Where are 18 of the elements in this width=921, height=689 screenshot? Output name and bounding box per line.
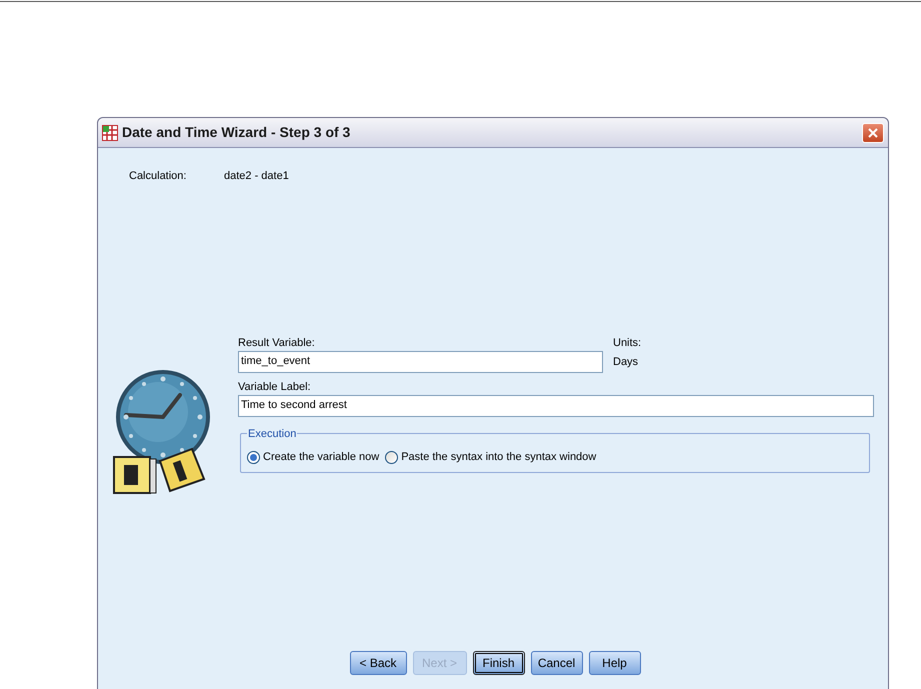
spreadsheet-icon bbox=[102, 124, 118, 140]
calculation-label: Calculation: bbox=[129, 169, 188, 184]
wizard-button[interactable]: Finish bbox=[472, 651, 524, 675]
units-value: Days bbox=[613, 354, 640, 370]
units-label: Units: bbox=[613, 336, 642, 350]
result-variable-label: Result Variable: bbox=[238, 336, 316, 350]
radio-option[interactable]: Create the variable now bbox=[247, 449, 380, 466]
wizard-button[interactable]: < Back bbox=[350, 651, 406, 675]
window-title: Date and Time Wizard - Step 3 of 3 bbox=[122, 123, 352, 142]
wizard-button[interactable]: Help bbox=[588, 651, 640, 675]
close-button[interactable] bbox=[862, 122, 884, 142]
variable-label-field[interactable]: Time to second arrest bbox=[238, 394, 874, 416]
close-icon bbox=[868, 128, 878, 138]
wizard-button[interactable]: Cancel bbox=[530, 651, 582, 675]
calculation-value: date2 - date1 bbox=[224, 169, 289, 184]
radio-option[interactable]: Paste the syntax into the syntax window bbox=[385, 449, 596, 466]
variable-label-label: Variable Label: bbox=[238, 380, 312, 394]
result-variable-field[interactable]: time_to_event bbox=[238, 350, 603, 372]
